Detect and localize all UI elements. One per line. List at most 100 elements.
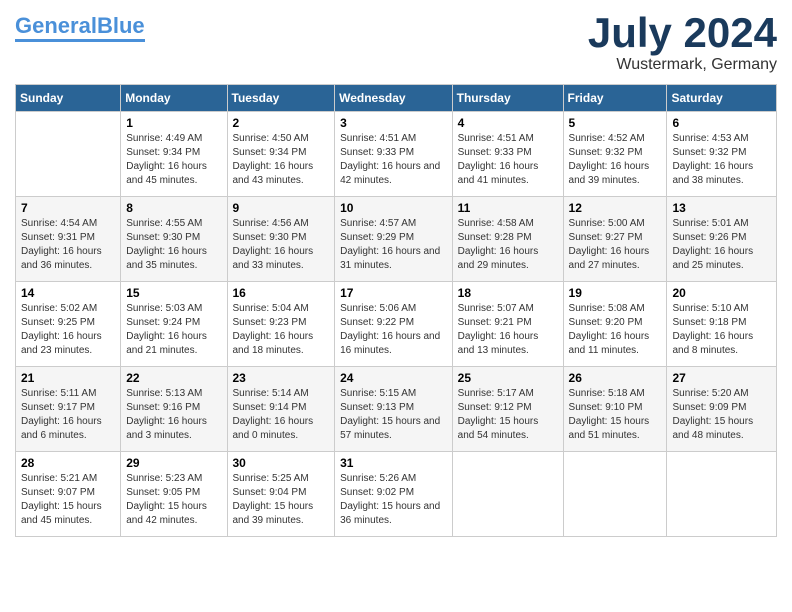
- calendar-week-row: 7 Sunrise: 4:54 AMSunset: 9:31 PMDaylight…: [16, 197, 777, 282]
- calendar-cell: [563, 452, 667, 537]
- header: GeneralBlue July 2024 Wustermark, German…: [15, 10, 777, 74]
- day-info: Sunrise: 5:26 AMSunset: 9:02 PMDaylight:…: [340, 472, 447, 528]
- day-number: 23: [233, 371, 330, 385]
- calendar-header-row: SundayMondayTuesdayWednesdayThursdayFrid…: [16, 85, 777, 112]
- day-number: 18: [458, 286, 558, 300]
- header-saturday: Saturday: [667, 85, 777, 112]
- calendar-cell: 9Sunrise: 4:56 AMSunset: 9:30 PMDaylight…: [227, 197, 335, 282]
- day-number: 15: [126, 286, 221, 300]
- day-info: Sunrise: 4:52 AMSunset: 9:32 PMDaylight:…: [569, 132, 662, 188]
- calendar-cell: 7 Sunrise: 4:54 AMSunset: 9:31 PMDaylight…: [16, 197, 121, 282]
- calendar-cell: 13 Sunrise: 5:01 AMSunset: 9:26 PMDayligh…: [667, 197, 777, 282]
- day-info: Sunrise: 5:23 AMSunset: 9:05 PMDaylight:…: [126, 472, 221, 528]
- day-number: 31: [340, 456, 447, 470]
- day-info: Sunrise: 4:58 AMSunset: 9:28 PMDaylight:…: [458, 217, 558, 273]
- day-info: Sunrise: 5:08 AMSunset: 9:20 PMDaylight:…: [569, 302, 662, 358]
- calendar-cell: 3 Sunrise: 4:51 AMSunset: 9:33 PMDaylight…: [335, 112, 453, 197]
- calendar-cell: 11 Sunrise: 4:58 AMSunset: 9:28 PMDayligh…: [452, 197, 563, 282]
- calendar-cell: 4 Sunrise: 4:51 AMSunset: 9:33 PMDaylight…: [452, 112, 563, 197]
- calendar-week-row: 21Sunrise: 5:11 AMSunset: 9:17 PMDayligh…: [16, 367, 777, 452]
- day-number: 3: [340, 116, 447, 130]
- calendar-cell: 5 Sunrise: 4:52 AMSunset: 9:32 PMDaylight…: [563, 112, 667, 197]
- day-number: 28: [21, 456, 115, 470]
- calendar-cell: 21Sunrise: 5:11 AMSunset: 9:17 PMDayligh…: [16, 367, 121, 452]
- day-info: Sunrise: 4:49 AMSunset: 9:34 PMDaylight:…: [126, 132, 221, 188]
- calendar-cell: 2Sunrise: 4:50 AMSunset: 9:34 PMDaylight…: [227, 112, 335, 197]
- logo-general: General: [15, 13, 97, 38]
- day-number: 11: [458, 201, 558, 215]
- day-number: 8: [126, 201, 221, 215]
- day-info: Sunrise: 5:18 AMSunset: 9:10 PMDaylight:…: [569, 387, 662, 443]
- day-info: Sunrise: 5:07 AMSunset: 9:21 PMDaylight:…: [458, 302, 558, 358]
- day-info: Sunrise: 4:55 AMSunset: 9:30 PMDaylight:…: [126, 217, 221, 273]
- day-number: 4: [458, 116, 558, 130]
- calendar-week-row: 28Sunrise: 5:21 AMSunset: 9:07 PMDayligh…: [16, 452, 777, 537]
- day-info: Sunrise: 5:25 AMSunset: 9:04 PMDaylight:…: [233, 472, 330, 528]
- day-info: Sunrise: 4:51 AMSunset: 9:33 PMDaylight:…: [458, 132, 558, 188]
- logo: GeneralBlue: [15, 15, 145, 42]
- calendar-cell: 28Sunrise: 5:21 AMSunset: 9:07 PMDayligh…: [16, 452, 121, 537]
- calendar-cell: 12 Sunrise: 5:00 AMSunset: 9:27 PMDayligh…: [563, 197, 667, 282]
- calendar-cell: 26 Sunrise: 5:18 AMSunset: 9:10 PMDayligh…: [563, 367, 667, 452]
- day-info: Sunrise: 4:51 AMSunset: 9:33 PMDaylight:…: [340, 132, 447, 188]
- day-number: 30: [233, 456, 330, 470]
- calendar-cell: 15Sunrise: 5:03 AMSunset: 9:24 PMDayligh…: [121, 282, 227, 367]
- day-number: 10: [340, 201, 447, 215]
- calendar-cell: 19Sunrise: 5:08 AMSunset: 9:20 PMDayligh…: [563, 282, 667, 367]
- day-number: 7: [21, 201, 115, 215]
- calendar-cell: [452, 452, 563, 537]
- day-number: 6: [672, 116, 771, 130]
- day-info: Sunrise: 5:01 AMSunset: 9:26 PMDaylight:…: [672, 217, 771, 273]
- day-number: 12: [569, 201, 662, 215]
- day-info: Sunrise: 4:54 AMSunset: 9:31 PMDaylight:…: [21, 217, 115, 273]
- day-info: Sunrise: 5:00 AMSunset: 9:27 PMDaylight:…: [569, 217, 662, 273]
- day-number: 13: [672, 201, 771, 215]
- header-wednesday: Wednesday: [335, 85, 453, 112]
- logo-underline: [15, 39, 145, 42]
- calendar-week-row: 1 Sunrise: 4:49 AMSunset: 9:34 PMDaylight…: [16, 112, 777, 197]
- day-number: 16: [233, 286, 330, 300]
- day-info: Sunrise: 4:56 AMSunset: 9:30 PMDaylight:…: [233, 217, 330, 273]
- day-info: Sunrise: 4:53 AMSunset: 9:32 PMDaylight:…: [672, 132, 771, 188]
- calendar-cell: 24 Sunrise: 5:15 AMSunset: 9:13 PMDayligh…: [335, 367, 453, 452]
- day-number: 25: [458, 371, 558, 385]
- day-info: Sunrise: 5:20 AMSunset: 9:09 PMDaylight:…: [672, 387, 771, 443]
- day-info: Sunrise: 5:17 AMSunset: 9:12 PMDaylight:…: [458, 387, 558, 443]
- logo-blue: Blue: [97, 13, 145, 38]
- day-info: Sunrise: 4:50 AMSunset: 9:34 PMDaylight:…: [233, 132, 330, 188]
- calendar-cell: 20Sunrise: 5:10 AMSunset: 9:18 PMDayligh…: [667, 282, 777, 367]
- calendar-cell: [16, 112, 121, 197]
- day-number: 1: [126, 116, 221, 130]
- day-number: 26: [569, 371, 662, 385]
- calendar-cell: 10 Sunrise: 4:57 AMSunset: 9:29 PMDayligh…: [335, 197, 453, 282]
- day-info: Sunrise: 5:15 AMSunset: 9:13 PMDaylight:…: [340, 387, 447, 443]
- day-number: 24: [340, 371, 447, 385]
- calendar-cell: 1 Sunrise: 4:49 AMSunset: 9:34 PMDaylight…: [121, 112, 227, 197]
- day-info: Sunrise: 5:10 AMSunset: 9:18 PMDaylight:…: [672, 302, 771, 358]
- day-number: 17: [340, 286, 447, 300]
- calendar-cell: 30 Sunrise: 5:25 AMSunset: 9:04 PMDayligh…: [227, 452, 335, 537]
- calendar-cell: 6 Sunrise: 4:53 AMSunset: 9:32 PMDaylight…: [667, 112, 777, 197]
- calendar-cell: [667, 452, 777, 537]
- calendar-cell: 31 Sunrise: 5:26 AMSunset: 9:02 PMDayligh…: [335, 452, 453, 537]
- day-number: 22: [126, 371, 221, 385]
- calendar-cell: 17Sunrise: 5:06 AMSunset: 9:22 PMDayligh…: [335, 282, 453, 367]
- month-title: July 2024: [588, 10, 777, 56]
- calendar-week-row: 14Sunrise: 5:02 AMSunset: 9:25 PMDayligh…: [16, 282, 777, 367]
- calendar-table: SundayMondayTuesdayWednesdayThursdayFrid…: [15, 84, 777, 537]
- calendar-cell: 14Sunrise: 5:02 AMSunset: 9:25 PMDayligh…: [16, 282, 121, 367]
- day-number: 29: [126, 456, 221, 470]
- calendar-cell: 16 Sunrise: 5:04 AMSunset: 9:23 PMDayligh…: [227, 282, 335, 367]
- calendar-cell: 27Sunrise: 5:20 AMSunset: 9:09 PMDayligh…: [667, 367, 777, 452]
- day-info: Sunrise: 5:02 AMSunset: 9:25 PMDaylight:…: [21, 302, 115, 358]
- calendar-cell: 25 Sunrise: 5:17 AMSunset: 9:12 PMDayligh…: [452, 367, 563, 452]
- day-info: Sunrise: 4:57 AMSunset: 9:29 PMDaylight:…: [340, 217, 447, 273]
- day-info: Sunrise: 5:04 AMSunset: 9:23 PMDaylight:…: [233, 302, 330, 358]
- header-monday: Monday: [121, 85, 227, 112]
- title-area: July 2024 Wustermark, Germany: [588, 10, 777, 74]
- day-number: 21: [21, 371, 115, 385]
- calendar-cell: 22Sunrise: 5:13 AMSunset: 9:16 PMDayligh…: [121, 367, 227, 452]
- header-sunday: Sunday: [16, 85, 121, 112]
- day-number: 5: [569, 116, 662, 130]
- header-friday: Friday: [563, 85, 667, 112]
